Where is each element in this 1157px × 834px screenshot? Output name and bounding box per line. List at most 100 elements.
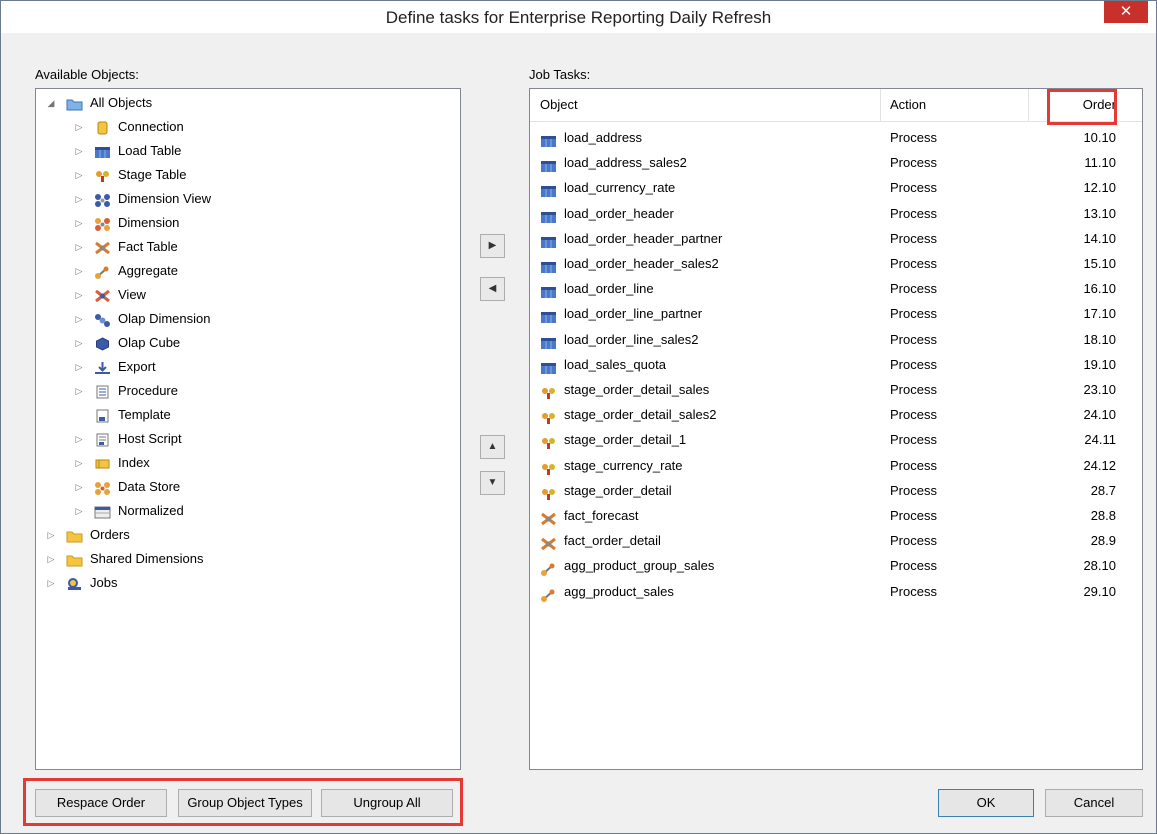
- title-bar: Define tasks for Enterprise Reporting Da…: [1, 1, 1156, 33]
- column-separator: [880, 89, 881, 121]
- stage-table-icon: [540, 433, 557, 450]
- tree-item-label: All Objects: [90, 95, 153, 110]
- task-action-cell: Process: [890, 180, 937, 196]
- task-object-cell: fact_forecast: [564, 508, 639, 523]
- expand-arrow-icon[interactable]: ▷: [46, 524, 56, 546]
- remove-task-button[interactable]: ◀: [480, 277, 505, 301]
- task-row[interactable]: agg_product_group_sales Process 28.10: [530, 553, 1142, 578]
- task-order-cell: 17.10: [1083, 306, 1116, 322]
- expand-arrow-icon[interactable]: ▷: [46, 572, 56, 594]
- aggregate-icon: [94, 264, 109, 279]
- expand-arrow-icon[interactable]: ▷: [74, 308, 84, 330]
- task-row[interactable]: load_address_sales2 Process 11.10: [530, 150, 1142, 175]
- available-objects-tree[interactable]: ◢ All Objects ▷ Connection ▷ Load Table ▷ Stage…: [35, 88, 461, 770]
- column-header-action[interactable]: Action: [890, 89, 927, 122]
- task-row[interactable]: load_order_line_partner Process 17.10: [530, 301, 1142, 326]
- column-header-object[interactable]: Object: [540, 89, 578, 122]
- export-icon: [94, 360, 110, 374]
- cancel-button[interactable]: Cancel: [1045, 789, 1143, 817]
- tree-item-label: Export: [118, 359, 156, 374]
- task-row[interactable]: load_address Process 10.10: [530, 125, 1142, 150]
- expand-arrow-icon[interactable]: ▷: [74, 356, 84, 378]
- aggregate-icon: [540, 585, 557, 602]
- task-row[interactable]: load_order_header_partner Process 14.10: [530, 226, 1142, 251]
- task-action-cell: Process: [890, 482, 937, 498]
- expand-arrow-icon[interactable]: ▷: [74, 164, 84, 186]
- task-object-cell: stage_order_detail: [564, 482, 672, 498]
- task-order-cell: 23.10: [1083, 382, 1116, 397]
- expand-arrow-icon[interactable]: ▷: [74, 188, 84, 210]
- task-object-cell: fact_order_detail: [564, 533, 661, 549]
- expand-arrow-icon[interactable]: ▷: [74, 236, 84, 258]
- tree-item-label: Olap Dimension: [118, 311, 211, 326]
- connection-icon: [94, 120, 109, 135]
- task-row[interactable]: load_order_line Process 16.10: [530, 276, 1142, 301]
- tree-item-label: Load Table: [118, 143, 182, 158]
- folder-yellow-icon: [66, 528, 83, 543]
- tree-item-label: Host Script: [118, 431, 182, 446]
- aggregate-icon: [540, 559, 557, 577]
- expand-arrow-icon[interactable]: ▷: [74, 380, 84, 402]
- task-row[interactable]: load_order_line_sales2 Process 18.10: [530, 327, 1142, 352]
- ok-button[interactable]: OK: [938, 789, 1034, 817]
- define-tasks-dialog: Define tasks for Enterprise Reporting Da…: [0, 0, 1157, 834]
- expand-arrow-icon[interactable]: ▷: [74, 452, 84, 474]
- task-action-cell: Process: [890, 281, 937, 297]
- task-object-cell: stage_order_detail_sales2: [564, 407, 717, 423]
- load-table-icon: [540, 207, 557, 223]
- expand-arrow-icon[interactable]: ▷: [74, 332, 84, 354]
- expand-arrow-icon[interactable]: ▷: [74, 476, 84, 498]
- task-action-cell: Process: [890, 205, 937, 221]
- load-table-icon: [540, 232, 557, 248]
- task-row[interactable]: stage_order_detail_sales Process 23.10: [530, 377, 1142, 402]
- task-object-cell: load_order_line_sales2: [564, 331, 699, 347]
- expand-arrow-icon[interactable]: ▷: [74, 212, 84, 234]
- task-row[interactable]: stage_order_detail_1 Process 24.11: [530, 427, 1142, 452]
- load-table-icon: [540, 131, 557, 147]
- expand-arrow-icon[interactable]: ▷: [46, 548, 56, 570]
- expand-arrow-icon[interactable]: ▷: [74, 428, 84, 450]
- task-object-cell: load_order_header_partner: [564, 230, 723, 246]
- expand-arrow-icon[interactable]: ▷: [74, 260, 84, 282]
- task-row[interactable]: stage_order_detail_sales2 Process 24.10: [530, 402, 1142, 427]
- expand-arrow-icon[interactable]: ▷: [74, 284, 84, 306]
- task-order-cell: 10.10: [1083, 130, 1116, 145]
- task-row[interactable]: load_order_header Process 13.10: [530, 201, 1142, 226]
- tree-item-label: Procedure: [118, 383, 178, 398]
- move-up-button[interactable]: ▲: [480, 435, 505, 459]
- job-tasks-list[interactable]: Object Action Order load_address Process 1…: [529, 88, 1143, 770]
- task-order-cell: 28.10: [1083, 558, 1116, 574]
- olap-cube-icon: [94, 336, 109, 351]
- expand-arrow-icon[interactable]: ▷: [74, 500, 84, 522]
- task-object-cell: load_order_header: [564, 205, 674, 221]
- task-order-cell: 15.10: [1083, 256, 1116, 271]
- close-button[interactable]: ✕: [1104, 1, 1148, 23]
- task-action-cell: Process: [890, 457, 937, 473]
- folder-blue-icon: [66, 96, 83, 111]
- dimension-view-icon: [94, 192, 110, 207]
- task-row[interactable]: agg_product_sales Process 29.10: [530, 579, 1142, 604]
- task-action-cell: Process: [890, 130, 937, 145]
- task-row[interactable]: fact_order_detail Process 28.9: [530, 528, 1142, 553]
- task-row[interactable]: load_sales_quota Process 19.10: [530, 352, 1142, 377]
- task-row[interactable]: stage_order_detail Process 28.7: [530, 478, 1142, 503]
- task-action-cell: Process: [890, 256, 937, 271]
- task-row[interactable]: load_currency_rate Process 12.10: [530, 175, 1142, 200]
- tree-item-label: Stage Table: [118, 167, 187, 182]
- task-action-cell: Process: [890, 407, 937, 423]
- add-task-button[interactable]: ▶: [480, 234, 505, 258]
- task-row[interactable]: fact_forecast Process 28.8: [530, 503, 1142, 528]
- expand-arrow-icon[interactable]: ▷: [74, 116, 84, 138]
- task-order-cell: 16.10: [1083, 281, 1116, 297]
- task-order-cell: 28.7: [1090, 482, 1116, 498]
- tree-item-label: Connection: [118, 119, 184, 134]
- collapse-arrow-icon[interactable]: ◢: [46, 92, 56, 114]
- jobs-icon: [66, 576, 81, 590]
- task-row[interactable]: stage_currency_rate Process 24.12: [530, 453, 1142, 478]
- task-order-cell: 24.10: [1083, 407, 1116, 423]
- task-row[interactable]: load_order_header_sales2 Process 15.10: [530, 251, 1142, 276]
- move-down-button[interactable]: ▼: [480, 471, 505, 495]
- expand-arrow-icon[interactable]: ▷: [74, 140, 84, 162]
- task-order-cell: 12.10: [1083, 180, 1116, 196]
- view-icon: [94, 288, 110, 303]
